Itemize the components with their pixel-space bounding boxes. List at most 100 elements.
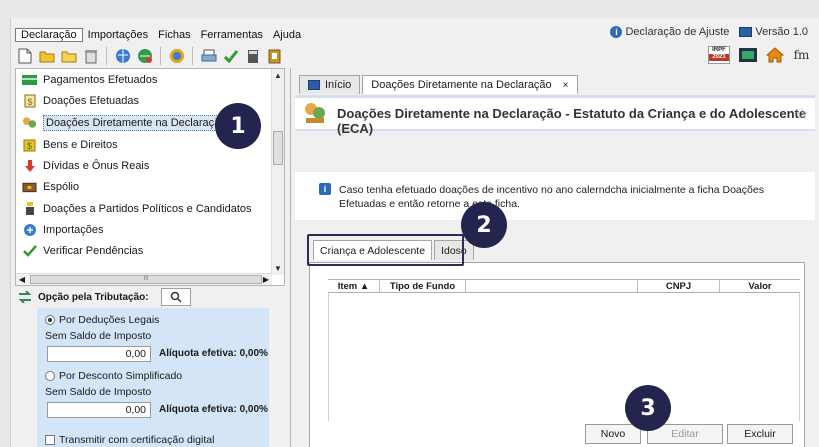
estate-icon: [22, 180, 37, 194]
toolbar-separator: [160, 47, 161, 65]
nav-item-verificar[interactable]: Verificar Pendências: [22, 241, 143, 261]
option-deducoes[interactable]: Por Deduções Legais: [45, 314, 159, 326]
menu-fichas[interactable]: Fichas: [153, 29, 195, 41]
option-simplificado-sub-label: Sem Saldo de Imposto: [45, 386, 152, 398]
col-tipo-fundo[interactable]: Tipo de Fundo: [380, 280, 466, 292]
check-icon[interactable]: [221, 47, 240, 66]
menu-ajuda[interactable]: Ajuda: [268, 29, 306, 41]
monitor-icon: [308, 80, 320, 90]
tab-doacoes-diretamente[interactable]: Doações Diretamente na Declaração ×: [362, 75, 578, 94]
option-deducoes-sub: Sem Saldo de Imposto: [45, 330, 151, 342]
nav-item-pagamentos[interactable]: Pagamentos Efetuados: [22, 70, 157, 90]
nav-item-partidos[interactable]: Doações a Partidos Políticos e Candidato…: [22, 199, 252, 219]
declaration-type[interactable]: i Declaração de Ajuste: [610, 26, 729, 38]
trash-icon[interactable]: [81, 47, 100, 66]
svg-text:$: $: [27, 141, 32, 151]
nav-item-doacoes-diretamente[interactable]: Doações Diretamente na Declaração: [22, 113, 230, 133]
nav-horizontal-scrollbar[interactable]: ◀ III ▶: [16, 273, 272, 285]
nav-item-importacoes[interactable]: Importações: [22, 220, 104, 240]
donations-icon: $: [22, 94, 37, 108]
col-blank[interactable]: [466, 280, 638, 292]
donations-grid-panel: Item ▲ Tipo de Fundo CNPJ Valor: [309, 262, 805, 447]
nav-item-bens-direitos[interactable]: $ Bens e Direitos: [22, 135, 118, 155]
ledger-icon[interactable]: [265, 47, 284, 66]
irpf-logo[interactable]: IRPF 2021: [708, 45, 730, 64]
scroll-left-icon[interactable]: ◀: [16, 274, 28, 285]
edit-button-label: Editar: [671, 428, 699, 440]
version[interactable]: Versão 1.0: [739, 26, 808, 38]
option-deducoes-label: Por Deduções Legais: [59, 314, 160, 326]
page-header: Doações Diretamente na Declaração - Esta…: [295, 95, 815, 136]
scroll-thumb[interactable]: [273, 131, 283, 165]
document-tabs: Início Doações Diretamente na Declaração…: [299, 75, 578, 94]
toolbar-separator: [106, 47, 107, 65]
tributacao-panel: Por Deduções Legais Sem Saldo de Imposto…: [37, 308, 269, 447]
version-label: Versão 1.0: [755, 26, 808, 38]
radio-deducoes[interactable]: [45, 315, 55, 325]
irpf-year: 2021: [709, 53, 729, 61]
option-deducoes-sub-label: Sem Saldo de Imposto: [45, 330, 152, 342]
folder-icon[interactable]: [59, 47, 78, 66]
step-badge-1: 1: [215, 103, 261, 149]
print-icon[interactable]: [199, 47, 218, 66]
transmit-checkbox[interactable]: [45, 435, 55, 445]
scroll-down-icon[interactable]: ▼: [272, 262, 284, 275]
menu-ferramentas[interactable]: Ferramentas: [196, 29, 268, 41]
transmit-option[interactable]: Transmitir com certificação digital: [45, 434, 214, 446]
direct-donations-icon: [22, 116, 37, 130]
nav-label: Importações: [43, 224, 104, 236]
deducoes-value-field: 0,00: [47, 346, 151, 362]
simplificado-value-field: 0,00: [47, 402, 151, 418]
checkmark-icon: [22, 244, 37, 258]
calculator-icon[interactable]: [243, 47, 262, 66]
search-icon: [170, 291, 182, 303]
nav-label: Doações Diretamente na Declaração: [43, 115, 230, 131]
nav-item-dividas[interactable]: Dívidas e Ônus Reais: [22, 156, 149, 176]
tributacao-search-button[interactable]: [160, 288, 191, 306]
globe-receive-icon[interactable]: [135, 47, 154, 66]
close-icon[interactable]: ×: [563, 80, 569, 91]
app-window: Declaração Importações Fichas Ferramenta…: [10, 18, 819, 447]
payments-icon: [22, 73, 37, 87]
scroll-up-icon[interactable]: ▲: [272, 69, 284, 82]
toolbar: [15, 45, 284, 67]
home-icon[interactable]: [765, 45, 784, 64]
globe-transmit-icon[interactable]: [167, 47, 186, 66]
new-document-icon[interactable]: [15, 47, 34, 66]
nav-item-doacoes-efetuadas[interactable]: $ Doações Efetuadas: [22, 91, 139, 111]
content-pane: Início Doações Diretamente na Declaração…: [290, 68, 818, 447]
delete-button-label: Excluir: [744, 428, 776, 440]
col-valor[interactable]: Valor: [720, 280, 800, 292]
col-item[interactable]: Item ▲: [328, 280, 380, 292]
menu-declaracao[interactable]: Declaração: [15, 27, 83, 42]
nav-vertical-scrollbar[interactable]: ▲ ▼: [271, 69, 284, 275]
nav-label: Pagamentos Efetuados: [43, 74, 158, 86]
new-button[interactable]: Novo: [585, 424, 641, 444]
toolbar-separator: [192, 47, 193, 65]
fichas-tree: Pagamentos Efetuados $ Doações Efetuadas…: [15, 68, 285, 286]
menu-bar: Declaração Importações Fichas Ferramenta…: [11, 26, 819, 43]
radio-simplificado[interactable]: [45, 371, 55, 381]
grid-body[interactable]: [328, 293, 800, 421]
nav-label: Verificar Pendências: [43, 245, 144, 257]
star-icon[interactable]: ☆: [795, 104, 809, 124]
option-simplificado[interactable]: Por Desconto Simplificado: [45, 370, 182, 382]
nav-label: Espólio: [43, 181, 80, 193]
font-size-icon[interactable]: fm: [792, 45, 811, 64]
nav-label: Doações a Partidos Políticos e Candidato…: [43, 203, 252, 215]
tab-inicio[interactable]: Início: [299, 75, 361, 94]
menu-importacoes[interactable]: Importações: [83, 29, 154, 41]
political-donations-icon: [22, 202, 37, 216]
assets-icon: $: [22, 138, 37, 152]
option-simplificado-label: Por Desconto Simplificado: [59, 370, 183, 382]
col-cnpj[interactable]: CNPJ: [638, 280, 720, 292]
scroll-right-icon[interactable]: ▶: [260, 274, 272, 285]
open-folder-icon[interactable]: [37, 47, 56, 66]
arrows-exchange-icon: [17, 290, 32, 304]
globe-send-icon[interactable]: [113, 47, 132, 66]
delete-button[interactable]: Excluir: [727, 424, 793, 444]
scroll-thumb-horizontal[interactable]: III: [30, 275, 262, 284]
option-simplificado-sub: Sem Saldo de Imposto: [45, 386, 151, 398]
receita-icon[interactable]: [738, 45, 757, 64]
nav-item-espolio[interactable]: Espólio: [22, 177, 79, 197]
